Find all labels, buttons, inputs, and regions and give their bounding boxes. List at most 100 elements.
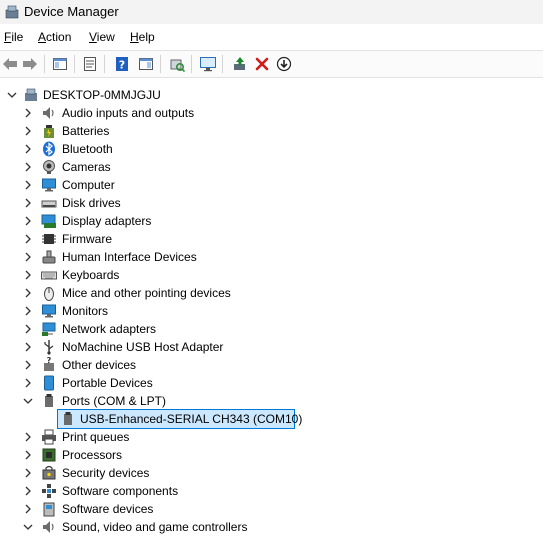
tree-item-firmware[interactable]: Firmware: [0, 230, 543, 248]
toolbar-separator: [44, 55, 45, 73]
tree-root[interactable]: DESKTOP-0MMJGJU: [0, 86, 543, 104]
chevron-right-icon[interactable]: [22, 251, 34, 263]
tree-item-label: Other devices: [62, 358, 137, 372]
chevron-right-icon[interactable]: [22, 467, 34, 479]
tree-root-label: DESKTOP-0MMJGJU: [43, 88, 161, 102]
port-icon: [45, 394, 53, 407]
tree-child-usb-serial-ch343[interactable]: USB-Enhanced-SERIAL CH343 (COM10): [0, 409, 543, 429]
forward-button[interactable]: [20, 54, 40, 74]
tree-item-print-queues[interactable]: Print queues: [0, 428, 543, 446]
update-driver-icon: [234, 57, 245, 70]
chevron-right-icon[interactable]: [22, 431, 34, 443]
security-icon: [42, 465, 56, 480]
processor-icon: [42, 448, 56, 462]
chevron-right-icon[interactable]: [22, 161, 34, 173]
update-driver-button[interactable]: [230, 54, 250, 74]
chip-icon: [42, 234, 56, 244]
tree-item-label: NoMachine USB Host Adapter: [62, 340, 224, 354]
chevron-right-icon[interactable]: [22, 125, 34, 137]
forward-arrow-icon: [23, 58, 37, 70]
action-pane-button[interactable]: [136, 54, 156, 74]
menu-file[interactable]: File: [4, 30, 23, 44]
tree-item-bluetooth[interactable]: Bluetooth: [0, 140, 543, 158]
tree-item-processors[interactable]: Processors: [0, 446, 543, 464]
computer-icon: [25, 88, 37, 101]
tree-item-batteries[interactable]: Batteries: [0, 122, 543, 140]
tree-item-nomachine-usb[interactable]: NoMachine USB Host Adapter: [0, 338, 543, 356]
menu-action[interactable]: Action: [38, 30, 71, 44]
chevron-right-icon[interactable]: [22, 143, 34, 155]
disable-device-button[interactable]: [274, 54, 294, 74]
tree-item-label: Batteries: [62, 124, 110, 138]
menu-view[interactable]: View: [89, 30, 115, 44]
chevron-right-icon[interactable]: [22, 179, 34, 191]
download-circle-icon: [276, 56, 292, 72]
chevron-right-icon[interactable]: [22, 449, 34, 461]
update-driver-monitor-button[interactable]: [198, 54, 218, 74]
menu-help[interactable]: Help: [130, 30, 155, 44]
tree-item-ports[interactable]: Ports (COM & LPT): [0, 392, 543, 410]
tree-item-monitors[interactable]: Monitors: [0, 302, 543, 320]
help-button[interactable]: ?: [112, 54, 132, 74]
chevron-right-icon[interactable]: [22, 485, 34, 497]
tree-item-computer[interactable]: Computer: [0, 176, 543, 194]
title-bar: Device Manager: [0, 0, 543, 24]
tree-item-cameras[interactable]: Cameras: [0, 158, 543, 176]
chevron-right-icon[interactable]: [22, 287, 34, 299]
tree-item-label: Processors: [62, 448, 123, 462]
display-adapter-icon: [41, 214, 56, 228]
help-icon: ?: [116, 57, 128, 72]
chevron-right-icon[interactable]: [22, 359, 34, 371]
tree-item-disk-drives[interactable]: Disk drives: [0, 194, 543, 212]
tree-item-security-devices[interactable]: Security devices: [0, 464, 543, 482]
tree-item-software-components[interactable]: Software components: [0, 482, 543, 500]
chevron-right-icon[interactable]: [22, 503, 34, 515]
chevron-right-icon[interactable]: [22, 197, 34, 209]
tree-item-keyboards[interactable]: Keyboards: [0, 266, 543, 284]
tree-item-software-devices[interactable]: Software devices: [0, 500, 543, 518]
svg-text:?: ?: [119, 59, 125, 72]
speaker-icon: [43, 107, 54, 119]
chevron-right-icon[interactable]: [22, 377, 34, 389]
computer-icon: [42, 178, 56, 192]
action-pane-icon: [139, 58, 153, 70]
tree-item-hid[interactable]: Human Interface Devices: [0, 248, 543, 266]
disk-icon: [41, 200, 57, 208]
portable-device-icon: [44, 375, 54, 391]
chevron-right-icon[interactable]: [22, 305, 34, 317]
chevron-right-icon[interactable]: [22, 323, 34, 335]
show-hide-console-tree-button[interactable]: [50, 54, 70, 74]
port-icon: [64, 412, 72, 425]
network-icon: [42, 322, 56, 336]
sound-icon: [43, 521, 54, 533]
properties-button[interactable]: [80, 54, 100, 74]
tree-item-label: Portable Devices: [62, 376, 153, 390]
chevron-down-icon[interactable]: [22, 395, 34, 407]
chevron-right-icon[interactable]: [22, 215, 34, 227]
chevron-right-icon[interactable]: [22, 107, 34, 119]
unknown-device-icon: ?: [44, 357, 54, 371]
tree-item-display-adapters[interactable]: Display adapters: [0, 212, 543, 230]
mouse-icon: [44, 287, 54, 301]
printer-icon: [42, 429, 56, 445]
tree-item-label: Sound, video and game controllers: [62, 520, 248, 534]
chevron-right-icon[interactable]: [22, 233, 34, 245]
chevron-right-icon[interactable]: [22, 341, 34, 353]
tree-item-label: Mice and other pointing devices: [62, 286, 231, 300]
toolbar-separator: [160, 55, 161, 73]
tree-item-audio[interactable]: Audio inputs and outputs: [0, 104, 543, 122]
chevron-down-icon[interactable]: [22, 521, 34, 533]
tree-item-portable-devices[interactable]: Portable Devices: [0, 374, 543, 392]
tree-item-sound-video-game[interactable]: Sound, video and game controllers: [0, 518, 543, 536]
chevron-down-icon[interactable]: [6, 89, 18, 101]
tree-item-mice[interactable]: Mice and other pointing devices: [0, 284, 543, 302]
uninstall-device-button[interactable]: [252, 54, 272, 74]
scan-hardware-changes-button[interactable]: [167, 54, 187, 74]
chevron-right-icon[interactable]: [22, 269, 34, 281]
tree-child-label: USB-Enhanced-SERIAL CH343 (COM10): [80, 412, 303, 426]
tree-item-label: Keyboards: [62, 268, 120, 282]
tree-item-label: Computer: [62, 178, 115, 192]
tree-item-other-devices[interactable]: ? Other devices: [0, 356, 543, 374]
back-button[interactable]: [0, 54, 20, 74]
tree-item-network-adapters[interactable]: Network adapters: [0, 320, 543, 338]
